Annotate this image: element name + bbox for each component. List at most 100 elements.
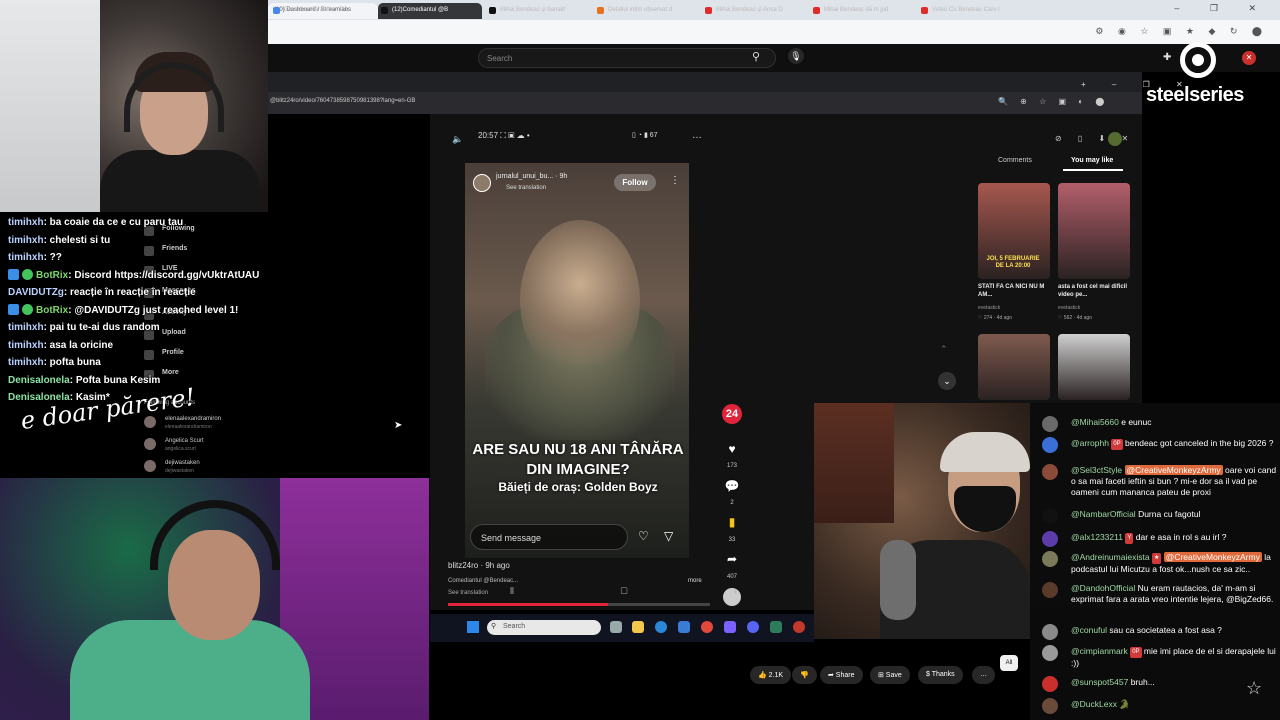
chat-username[interactable]: BotRix — [36, 270, 68, 281]
inner-tab[interactable]: Detaliul intim observat d — [594, 3, 698, 19]
avatar[interactable] — [1042, 437, 1058, 453]
tab-comments[interactable]: Comments — [998, 157, 1032, 164]
window-controls[interactable]: – ❐ ✕ — [1174, 3, 1270, 14]
avatar[interactable] — [1042, 551, 1058, 567]
share-icon[interactable]: ➦ — [722, 552, 742, 566]
store-icon[interactable] — [678, 621, 690, 633]
avatar[interactable] — [1042, 508, 1058, 524]
chat-username[interactable]: @arrophh — [1071, 438, 1109, 448]
video-action-button[interactable]: $ Thanks — [918, 666, 963, 684]
video-author[interactable]: blitz24ro · 9h ago — [448, 561, 510, 570]
inner-tab[interactable]: Mihai Bendeac și Anca D — [702, 3, 806, 19]
send-icon[interactable]: ▽ — [664, 529, 673, 543]
star-icon[interactable]: ☆ — [1246, 678, 1262, 699]
creator-name[interactable]: jurnalul_unui_bu... · 9h — [496, 173, 567, 180]
youtube-search-input[interactable]: Search — [478, 48, 776, 68]
taskbar-search-input[interactable]: Search — [487, 620, 601, 635]
app2-icon[interactable] — [770, 621, 782, 633]
sidebar-item-friends[interactable]: Friends — [162, 245, 187, 252]
avatar[interactable] — [1042, 464, 1058, 480]
chat-mention[interactable]: @CreativeMonkeyzArmy — [1163, 552, 1262, 562]
avatar[interactable] — [1042, 645, 1058, 661]
chat-username[interactable]: BotRix — [36, 305, 68, 316]
inner-tab[interactable]: (12)Comediantul @B — [378, 3, 482, 19]
chevron-up-icon[interactable]: ⌃ — [940, 344, 948, 355]
discord-icon[interactable] — [747, 621, 759, 633]
suggestion-thumbnail[interactable] — [1058, 183, 1130, 279]
inner-url[interactable]: @blitz24ro/video/7604738598750981398?lan… — [270, 98, 415, 104]
chat-username[interactable]: timihxh — [8, 357, 44, 368]
video-action-button[interactable]: … — [972, 666, 995, 684]
inner-toolbar-icons[interactable]: 🔍 ⊕ ☆ ▣ ◐ ⬤ — [998, 97, 1109, 106]
chat-username[interactable]: DAVIDUTZg — [8, 287, 64, 298]
chat-username[interactable]: timihxh — [8, 322, 44, 333]
avatar[interactable] — [1042, 416, 1058, 432]
edge-icon[interactable] — [655, 621, 667, 633]
chat-mention[interactable]: @CreativeMonkeyzArmy — [1124, 465, 1223, 475]
windows-start-icon[interactable] — [467, 621, 479, 633]
close-icon[interactable]: ✕ — [1242, 51, 1256, 65]
sidebar-item-profile[interactable]: Profile — [162, 349, 184, 356]
outer-toolbar-icons[interactable]: ⚙ ◉ ☆ ▣ ★ ◆ ↻ ⬤ — [1095, 26, 1268, 37]
heart-icon[interactable]: ♡ — [638, 529, 649, 543]
video-action-button[interactable]: ➦ Share — [820, 666, 863, 684]
avatar[interactable] — [1042, 624, 1058, 640]
video-see-translation[interactable]: See translation — [448, 590, 488, 596]
send-message-input[interactable]: Send message — [470, 524, 628, 550]
suggestion-thumbnail[interactable] — [978, 334, 1050, 400]
inner-tab[interactable]: Document fără titlu - Do — [270, 3, 374, 19]
chat-username[interactable]: @cimpianmark — [1071, 646, 1128, 656]
sidebar-item-more[interactable]: More — [162, 369, 179, 376]
avatar[interactable] — [1042, 676, 1058, 692]
chat-username[interactable]: @conuful — [1071, 625, 1107, 635]
chat-username[interactable]: timihxh — [8, 217, 44, 228]
suggestion-author[interactable]: evetastick — [978, 305, 1000, 311]
inner-tab[interactable]: Video Cu Bendeac Care l — [918, 3, 1022, 19]
chat-username[interactable]: @DandohOfficial — [1071, 583, 1135, 593]
chip-all[interactable]: All — [1000, 655, 1018, 671]
creator-avatar[interactable] — [473, 174, 491, 192]
avatar[interactable] — [1042, 531, 1058, 547]
avatar[interactable] — [1042, 582, 1058, 598]
avatar[interactable] — [144, 460, 156, 472]
chat-username[interactable]: @Sel3ctStyle — [1071, 465, 1122, 475]
panel-avatar[interactable] — [1108, 132, 1122, 146]
mic-icon[interactable]: 🎙 — [788, 48, 804, 64]
search-icon[interactable]: ⚲ — [752, 50, 760, 63]
panel-toolbar-icons[interactable]: ⊘ ▯ ⬇ ✕ — [1055, 134, 1135, 143]
chat-username[interactable]: @DuckLexx — [1071, 699, 1117, 709]
task-view-icon[interactable] — [610, 621, 622, 633]
video-action-button[interactable]: 👎 — [792, 666, 817, 684]
suggestion-title[interactable]: asta a fost cel mai dificil video pe... — [1058, 283, 1130, 299]
avatar[interactable] — [1042, 698, 1058, 714]
inner-tab[interactable]: Mihai Bendeac și banalit — [486, 3, 590, 19]
sidebar-item-upload[interactable]: Upload — [162, 329, 186, 336]
video-action-button[interactable]: 👍 2.1K — [750, 666, 792, 684]
account-name[interactable]: elenaalexandramiron — [165, 416, 221, 422]
suggestion-title[interactable]: STATI FA CA NICI NU M AM... — [978, 283, 1050, 299]
chrome-icon[interactable] — [701, 621, 713, 633]
app-icon[interactable] — [724, 621, 736, 633]
account-name[interactable]: dejiwastaken — [165, 460, 200, 466]
side-avatar[interactable]: 24 — [722, 404, 742, 424]
avatar[interactable] — [144, 438, 156, 450]
tab-you-may-like[interactable]: You may like — [1071, 157, 1113, 164]
like-icon[interactable]: ♥ — [722, 442, 742, 456]
chat-username[interactable]: @alx1233211 — [1071, 532, 1123, 542]
comment-icon[interactable]: 💬 — [722, 479, 742, 493]
more-options-icon[interactable]: … — [692, 130, 702, 141]
app3-icon[interactable] — [793, 621, 805, 633]
see-translation-link[interactable]: See translation — [506, 185, 546, 191]
inner-tab[interactable]: Mihai Bendeac dă în jud — [810, 3, 914, 19]
chat-username[interactable]: timihxh — [8, 235, 44, 246]
video-action-button[interactable]: ⊞ Save — [870, 666, 910, 684]
chat-username[interactable]: timihxh — [8, 252, 44, 263]
file-explorer-icon[interactable] — [632, 621, 644, 633]
follow-button[interactable]: Follow — [614, 174, 656, 191]
chat-username[interactable]: @Mihai5660 — [1071, 417, 1119, 427]
phone-nav-bar[interactable]: ⦀ ▢ ‹ — [510, 586, 789, 597]
chat-username[interactable]: Denisalonela — [8, 375, 70, 386]
chevron-down-icon[interactable]: ⌄ — [938, 372, 956, 390]
speaker-icon[interactable]: 🔈 — [452, 134, 463, 145]
account-name[interactable]: Angelica Scurt — [165, 438, 204, 444]
